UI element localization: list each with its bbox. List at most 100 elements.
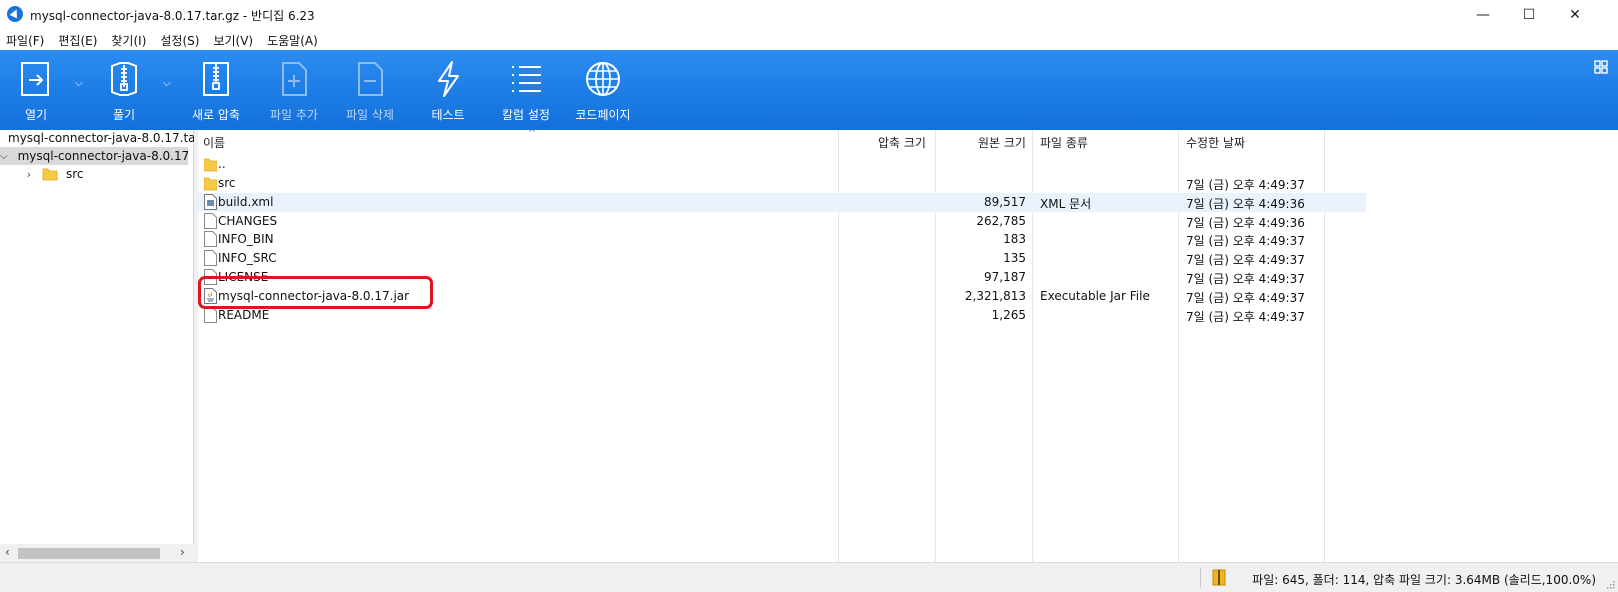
file-row-parent[interactable]: .. [198, 155, 1366, 174]
list-columns-icon [507, 60, 545, 98]
file-original-size: 1,265 [991, 308, 1026, 322]
codepage-button[interactable]: 코드페이지 [572, 50, 634, 130]
layout-toggle-icon[interactable] [1594, 60, 1608, 74]
file-icon [204, 250, 217, 266]
file-original-size: 262,785 [976, 214, 1026, 228]
status-summary: 파일: 645, 폴더: 114, 압축 파일 크기: 3.64MB (솔리드,… [1252, 573, 1596, 587]
file-modified: 7일 (금) 오후 4:49:36 [1186, 216, 1305, 230]
file-type: Executable Jar File [1040, 289, 1150, 303]
file-row-src[interactable]: src 7일 (금) 오후 4:49:37 [198, 174, 1366, 193]
add-file-button[interactable]: 파일 추가 [266, 50, 322, 130]
file-row-info-src[interactable]: INFO_SRC 135 7일 (금) 오후 4:49:37 [198, 249, 1366, 268]
column-header-original-size[interactable]: 원본 크기 [978, 130, 1026, 154]
file-icon [204, 213, 217, 229]
file-original-size: 89,517 [984, 195, 1026, 209]
file-name: build.xml [218, 195, 274, 209]
file-modified: 7일 (금) 오후 4:49:37 [1186, 272, 1305, 286]
file-modified: 7일 (금) 오후 4:49:37 [1186, 234, 1305, 248]
column-settings-label: 칼럼 설정 [502, 108, 550, 122]
delete-file-button[interactable]: 파일 삭제 [342, 50, 398, 130]
new-archive-label: 새로 압축 [192, 108, 240, 122]
file-modified: 7일 (금) 오후 4:49:37 [1186, 291, 1305, 305]
tree-src-label: src [66, 167, 84, 181]
resize-grip-icon[interactable] [1605, 579, 1615, 589]
red-highlight-annotation [198, 276, 433, 309]
status-separator [1200, 568, 1201, 588]
file-name: src [218, 176, 236, 190]
file-modified: 7일 (금) 오후 4:49:37 [1186, 178, 1305, 192]
maximize-button[interactable]: ☐ [1506, 0, 1552, 30]
open-dropdown-chevron-icon[interactable]: ⌵ [75, 78, 83, 89]
menu-bar: 파일(F) 편집(E) 찾기(I) 설정(S) 보기(V) 도움말(A) [0, 30, 1618, 50]
tree-root-archive[interactable]: GZ mysql-connector-java-8.0.17.tar.gz [4, 129, 194, 147]
title-bar: mysql-connector-java-8.0.17.tar.gz - 반디집… [0, 0, 1618, 30]
file-row-changes[interactable]: CHANGES 262,785 7일 (금) 오후 4:49:36 [198, 212, 1366, 231]
file-original-size: 2,321,813 [964, 289, 1026, 303]
chevron-right-icon[interactable]: › [20, 168, 38, 181]
globe-icon [584, 60, 622, 98]
column-header-compressed-size[interactable]: 압축 크기 [878, 130, 926, 154]
extract-dropdown-chevron-icon[interactable]: ⌵ [163, 78, 171, 89]
menu-settings[interactable]: 설정(S) [160, 32, 199, 49]
extract-zipper-icon [105, 60, 143, 98]
file-modified: 7일 (금) 오후 4:49:36 [1186, 197, 1305, 211]
folder-icon [42, 168, 58, 181]
delete-file-label: 파일 삭제 [346, 108, 394, 122]
file-original-size: 135 [1003, 251, 1026, 265]
file-modified: 7일 (금) 오후 4:49:37 [1186, 310, 1305, 324]
folder-icon [204, 158, 217, 172]
column-header-name[interactable]: 이름 [203, 130, 225, 154]
menu-file[interactable]: 파일(F) [6, 32, 44, 49]
bandizip-app-icon [7, 6, 23, 22]
tree-folder-label: mysql-connector-java-8.0.17 [17, 149, 188, 163]
column-settings-button[interactable]: 칼럼 설정 [498, 50, 554, 130]
add-file-label: 파일 추가 [270, 108, 318, 122]
file-type: XML 문서 [1040, 197, 1092, 211]
scroll-left-icon[interactable]: ‹ [5, 545, 10, 559]
file-name: README [218, 308, 270, 322]
file-original-size: 97,187 [984, 270, 1026, 284]
window-title: mysql-connector-java-8.0.17.tar.gz - 반디집… [30, 9, 315, 23]
file-original-size: 183 [1003, 232, 1026, 246]
test-label: 테스트 [431, 108, 465, 122]
file-row-build-xml[interactable]: build.xml 89,517 XML 문서 7일 (금) 오후 4:49:3… [198, 193, 1366, 212]
folder-tree-panel: GZ mysql-connector-java-8.0.17.tar.gz ⌵ … [0, 130, 194, 562]
scrollbar-thumb[interactable] [18, 548, 160, 559]
scroll-right-icon[interactable]: › [180, 545, 185, 559]
xml-file-icon [204, 194, 217, 210]
tree-horizontal-scrollbar[interactable]: ‹ › [0, 544, 194, 562]
chevron-down-icon[interactable]: ⌵ [0, 151, 8, 162]
column-header-file-type[interactable]: 파일 종류 [1040, 130, 1088, 154]
new-archive-button[interactable]: 새로 압축 [188, 50, 244, 130]
delete-file-icon [351, 60, 389, 98]
file-row-info-bin[interactable]: INFO_BIN 183 7일 (금) 오후 4:49:37 [198, 230, 1366, 249]
menu-edit[interactable]: 편집(E) [58, 32, 97, 49]
menu-view[interactable]: 보기(V) [213, 32, 253, 49]
folder-icon [204, 177, 217, 191]
column-header-modified-date[interactable]: 수정한 날짜 [1186, 130, 1245, 154]
status-bar: 파일: 645, 폴더: 114, 압축 파일 크기: 3.64MB (솔리드,… [0, 562, 1618, 592]
menu-find[interactable]: 찾기(I) [111, 32, 146, 49]
file-icon [204, 307, 217, 323]
open-archive-icon [17, 60, 55, 98]
codepage-label: 코드페이지 [575, 108, 631, 122]
tree-root-label: mysql-connector-java-8.0.17.tar.gz [8, 131, 194, 145]
open-label: 열기 [24, 108, 48, 122]
tree-item-src[interactable]: › src [20, 165, 194, 183]
minimize-button[interactable]: — [1460, 0, 1506, 30]
menu-help[interactable]: 도움말(A) [267, 32, 318, 49]
file-name: .. [218, 157, 226, 171]
file-name: INFO_SRC [218, 251, 277, 265]
tree-item-root-folder[interactable]: ⌵ mysql-connector-java-8.0.17 [0, 147, 188, 165]
file-modified: 7일 (금) 오후 4:49:37 [1186, 253, 1305, 267]
add-file-icon [275, 60, 313, 98]
test-button[interactable]: 테스트 [428, 50, 468, 130]
close-button[interactable]: ✕ [1552, 0, 1598, 30]
extract-button[interactable]: 풀기 [98, 50, 150, 130]
file-icon [204, 231, 217, 247]
toolbar: 열기 ⌵ 풀기 ⌵ 새로 압축 파일 추가 파일 삭제 테스트 칼럼 설정 코드… [0, 50, 1618, 130]
open-button[interactable]: 열기 [12, 50, 60, 130]
new-archive-zipper-icon [197, 60, 235, 98]
file-list: ^ 이름 압축 크기 원본 크기 파일 종류 수정한 날짜 .. src 7일 … [198, 128, 1618, 562]
archive-status-icon [1212, 569, 1226, 586]
